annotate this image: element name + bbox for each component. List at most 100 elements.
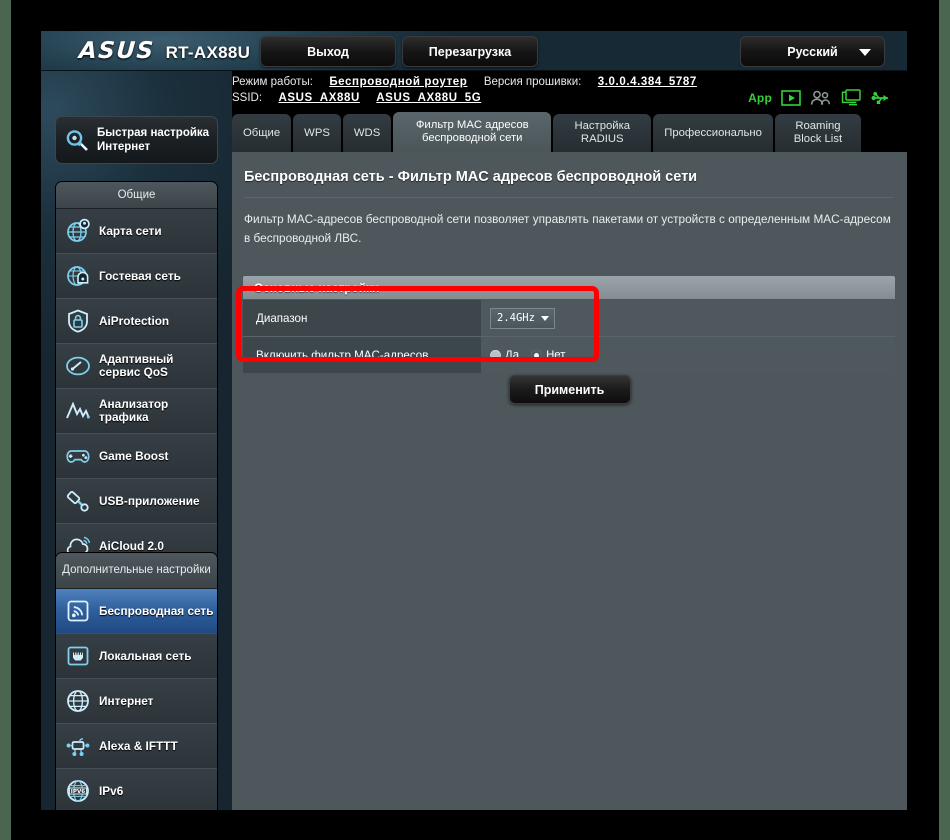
sidebar-item-wireless[interactable]: Беспроводная сеть [56, 589, 217, 634]
ssid-label: SSID: [232, 92, 263, 104]
operation-mode-value[interactable]: Беспроводной роутер [329, 76, 467, 88]
language-selector[interactable]: Русский [740, 36, 885, 67]
band-row-value: 2.4GHz [481, 300, 895, 336]
sidebar-item-label: Карта сети [99, 223, 162, 238]
sidebar-item-network-map[interactable]: Карта сети [56, 209, 217, 254]
tab-professional[interactable]: Профессионально [653, 114, 773, 152]
ssid-2ghz-value[interactable]: ASUS_AX88U [278, 92, 359, 104]
usb-icon[interactable] [871, 90, 893, 106]
tab-mac-filter[interactable]: Фильтр MAC адресов беспроводной сети [393, 112, 552, 152]
svg-text:IPV6: IPV6 [71, 789, 86, 795]
reboot-button[interactable]: Перезагрузка [402, 36, 538, 67]
network-map-icon [67, 218, 90, 242]
enable-mac-filter-label: Включить фильтр MAC-адресов [256, 348, 429, 362]
chevron-down-icon [540, 315, 549, 321]
sidebar-group-general-header: Общие [56, 182, 217, 209]
chevron-down-icon [859, 49, 871, 56]
sidebar-item-ipv6[interactable]: IPV6 IPv6 [56, 769, 217, 810]
enable-mac-filter-value: Да Нет [481, 337, 895, 373]
band-select[interactable]: 2.4GHz [490, 307, 555, 329]
tab-wps[interactable]: WPS [293, 114, 341, 152]
enable-mac-filter-radio-group: Да Нет [490, 349, 565, 361]
sidebar-item-label: Беспроводная сеть [99, 603, 214, 618]
table-row-enable-mac-filter: Включить фильтр MAC-адресов Да Нет [243, 337, 895, 373]
tab-radius-setting[interactable]: Настройка RADIUS [553, 114, 652, 152]
sidebar-item-label: Анализатор трафика [99, 397, 169, 424]
sidebar-item-internet[interactable]: Интернет [56, 679, 217, 724]
brand-wordmark: ASUS [78, 38, 156, 64]
sidebar-item-lan[interactable]: Локальная сеть [56, 634, 217, 679]
router-admin-ui: ASUS RT-AX88U Выход Перезагрузка Русский… [41, 31, 907, 810]
monitor-icon[interactable] [841, 89, 862, 106]
sidebar-item-alexa-ifttt[interactable]: Alexa & IFTTT [56, 724, 217, 769]
sidebar-item-game-boost[interactable]: Game Boost [56, 434, 217, 479]
quick-setup-icon [66, 130, 88, 151]
apply-button-label: Применить [534, 382, 605, 397]
app-label: App [748, 90, 772, 105]
radio-yes-label: Да [505, 349, 520, 361]
tab-general[interactable]: Общие [232, 114, 292, 152]
sidebar-item-label: Интернет [99, 693, 154, 708]
top-bar: ASUS RT-AX88U Выход Перезагрузка Русский [41, 31, 907, 71]
tab-roaming-block-list[interactable]: Roaming Block List [774, 114, 861, 152]
table-row-band: Диапазон 2.4GHz [243, 300, 895, 337]
alexa-ifttt-icon [66, 737, 90, 756]
wireless-icon [67, 600, 89, 622]
info-line-ssid: SSID: ASUS_AX88U ASUS_AX88U_5G [232, 92, 481, 104]
info-line-operation-mode: Режим работы: Беспроводной роутер Версия… [232, 76, 697, 88]
sidebar-item-usb-application[interactable]: USB-приложение [56, 479, 217, 524]
quick-internet-setup-button[interactable]: Быстрая настройка Интернет [55, 116, 218, 164]
firmware-version-label: Версия прошивки: [483, 76, 582, 88]
settings-table: Диапазон 2.4GHz Включить фильтр MAC-адре… [243, 300, 895, 373]
sidebar-item-label: IPv6 [99, 783, 124, 798]
ipv6-icon: IPV6 [67, 780, 89, 802]
radio-option-no[interactable]: Нет [531, 349, 565, 361]
tab-bar: Общие WPS WDS Фильтр MAC адресов беспров… [232, 112, 907, 152]
sidebar-group-advanced-header: Дополнительные настройки [56, 553, 217, 589]
page-title: Беспроводная сеть - Фильтр MAC адресов б… [244, 169, 698, 185]
quick-icons-group: App [748, 89, 893, 106]
logout-button[interactable]: Выход [260, 36, 396, 67]
page-description: Фильтр MAC-адресов беспроводной сети поз… [244, 212, 891, 245]
sidebar-item-label: Локальная сеть [99, 648, 192, 663]
radio-yes-indicator [490, 349, 501, 361]
quick-setup-line1: Быстрая настройка [97, 127, 210, 139]
sidebar-item-traffic-analyzer[interactable]: Анализатор трафика [56, 389, 217, 434]
usb-app-icon [66, 490, 89, 512]
guest-network-icon [67, 266, 89, 286]
sidebar-item-label: USB-приложение [99, 493, 200, 508]
section-header-basic-config: Основные настройки [243, 276, 895, 299]
radio-no-label: Нет [546, 349, 566, 361]
sidebar-item-aiprotection[interactable]: AiProtection [56, 299, 217, 344]
sidebar-item-adaptive-qos[interactable]: Адаптивный сервис QoS [56, 344, 217, 389]
router-model: RT-AX88U [165, 43, 251, 62]
lan-port-icon [67, 646, 89, 666]
asus-logo[interactable]: ASUS RT-AX88U [78, 38, 251, 64]
quick-internet-setup-label: Быстрая настройка Интернет [97, 126, 209, 154]
ssid-5ghz-value[interactable]: ASUS_AX88U_5G [376, 92, 481, 104]
radio-option-yes[interactable]: Да [490, 349, 519, 361]
sidebar-group-general: Общие Карта сети Гостевая сеть AiProtect… [55, 181, 218, 570]
page-edge-left [0, 0, 11, 840]
status-info-strip: Режим работы: Беспроводной роутер Версия… [232, 71, 907, 112]
logout-button-label: Выход [307, 44, 349, 59]
sidebar: Быстрая настройка Интернет Общие Карта с… [41, 71, 232, 810]
band-row-label: Диапазон [256, 311, 308, 325]
radio-no-indicator [531, 349, 543, 361]
firmware-version-value[interactable]: 3.0.0.4.384_5787 [598, 76, 697, 88]
operation-mode-label: Режим работы: [232, 76, 313, 88]
tab-wds[interactable]: WDS [342, 114, 392, 152]
shield-lock-icon [68, 309, 88, 333]
traffic-analyzer-icon [66, 401, 90, 419]
sidebar-item-label: Гостевая сеть [99, 268, 181, 283]
reboot-button-label: Перезагрузка [428, 44, 512, 59]
sidebar-item-label: AiProtection [99, 313, 170, 328]
screenshot-root: ASUS RT-AX88U Выход Перезагрузка Русский… [0, 0, 950, 840]
sidebar-item-guest-network[interactable]: Гостевая сеть [56, 254, 217, 299]
play-icon[interactable] [781, 89, 801, 106]
language-selector-label: Русский [787, 44, 838, 59]
title-divider [244, 197, 894, 198]
main-content: Общие WPS WDS Фильтр MAC адресов беспров… [232, 112, 907, 810]
clients-icon[interactable] [810, 90, 832, 106]
apply-button[interactable]: Применить [508, 375, 631, 404]
